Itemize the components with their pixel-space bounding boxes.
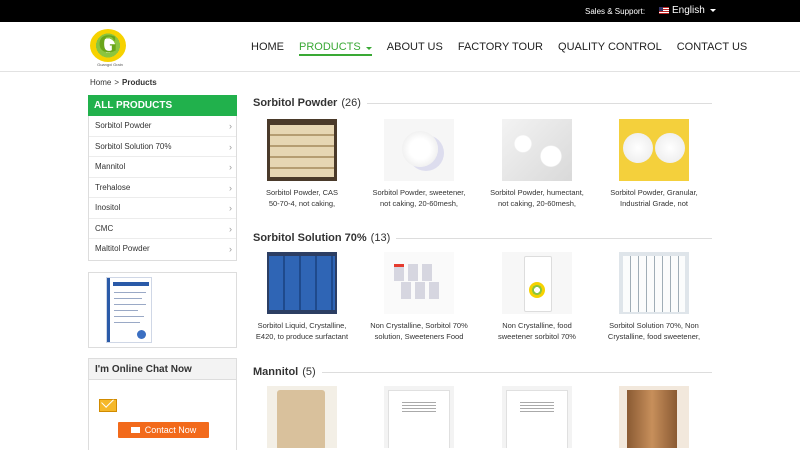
product-image[interactable] <box>267 386 337 448</box>
category-sorbitol-solution[interactable]: Sorbitol Solution 70% › <box>89 137 236 157</box>
sales-support-label: Sales & Support: <box>585 7 646 16</box>
product-image[interactable] <box>619 119 689 181</box>
product-caption[interactable]: Sorbitol Liquid, Crystalline, E420, to pr… <box>247 320 357 342</box>
product-card[interactable] <box>599 386 709 448</box>
mail-icon[interactable] <box>99 396 117 412</box>
certificate-panel <box>88 272 237 348</box>
product-card[interactable]: Sorbitol Powder, sweetener, not caking, 2… <box>364 119 474 209</box>
chevron-down-icon <box>365 47 372 50</box>
logo-tagline: Guangxi Grain <box>97 62 123 67</box>
product-caption[interactable]: Non Crystalline, food sweetener sorbitol … <box>482 320 592 342</box>
product-image[interactable] <box>502 252 572 314</box>
chevron-down-icon <box>709 9 716 12</box>
chevron-right-icon: › <box>229 141 232 152</box>
section-count: (5) <box>302 366 316 378</box>
breadcrumb: Home > Products <box>90 78 157 87</box>
breadcrumb-current: Products <box>122 78 157 87</box>
breadcrumb-home[interactable]: Home <box>90 78 111 87</box>
product-caption[interactable]: Sorbitol Powder, CAS 50-70-4, not caking, <box>247 187 357 209</box>
category-inositol[interactable]: Inositol › <box>89 198 236 219</box>
chevron-right-icon: › <box>229 223 232 234</box>
product-image[interactable] <box>502 119 572 181</box>
chevron-right-icon: › <box>229 203 232 213</box>
category-sidebar: ALL PRODUCTS Sorbitol Powder › Sorbitol S… <box>88 95 237 261</box>
seal-icon <box>137 330 146 339</box>
section-sorbitol-powder: Sorbitol Powder (26) Sorbitol Powder, CA… <box>253 97 712 229</box>
section-count: (26) <box>341 97 361 109</box>
product-card[interactable] <box>482 386 592 448</box>
product-image[interactable] <box>619 386 689 448</box>
product-caption[interactable]: Sorbitol Powder, humectant, not caking, 2… <box>482 187 592 209</box>
category-maltitol-powder[interactable]: Maltitol Powder › <box>89 239 236 260</box>
company-logo[interactable]: G Guangxi Grain <box>88 29 130 69</box>
product-card[interactable]: Sorbitol Liquid, Crystalline, E420, to pr… <box>247 252 357 342</box>
chevron-right-icon: > <box>114 78 120 87</box>
online-chat-panel: I'm Online Chat Now Contact Now <box>88 358 237 450</box>
chevron-right-icon: › <box>229 162 232 172</box>
category-sorbitol-powder[interactable]: Sorbitol Powder › <box>89 116 236 137</box>
nav-home[interactable]: HOME <box>251 41 284 56</box>
nav-about-us[interactable]: ABOUT US <box>387 41 443 56</box>
product-card[interactable] <box>247 386 357 448</box>
product-caption[interactable]: Sorbitol Powder, Granular, Industrial Gra… <box>599 187 709 209</box>
top-bar: Sales & Support: English <box>0 0 800 22</box>
chevron-right-icon: › <box>229 121 232 131</box>
product-image[interactable] <box>502 386 572 448</box>
section-title[interactable]: Sorbitol Solution 70% <box>253 232 367 244</box>
product-card[interactable]: Sorbitol Powder, CAS 50-70-4, not caking, <box>247 119 357 209</box>
nav-products[interactable]: PRODUCTS <box>299 41 372 56</box>
product-image[interactable] <box>267 119 337 181</box>
divider <box>396 237 712 239</box>
chevron-right-icon: › <box>229 244 232 254</box>
category-mannitol[interactable]: Mannitol › <box>89 157 236 178</box>
product-image[interactable] <box>384 252 454 314</box>
product-image[interactable] <box>384 386 454 448</box>
nav-factory-tour[interactable]: FACTORY TOUR <box>458 41 543 56</box>
language-label: English <box>672 5 705 16</box>
certificate-image[interactable] <box>106 277 152 343</box>
divider <box>321 371 712 373</box>
site-header: G Guangxi Grain HOME PRODUCTS ABOUT US F… <box>0 22 800 72</box>
envelope-icon <box>130 427 140 433</box>
section-title[interactable]: Mannitol <box>253 366 298 378</box>
product-image[interactable] <box>384 119 454 181</box>
category-cmc[interactable]: CMC › <box>89 219 236 239</box>
product-caption[interactable]: Non Crystalline, Sorbitol 70% solution, S… <box>364 320 474 342</box>
section-count: (13) <box>370 232 391 244</box>
language-selector[interactable]: English <box>659 5 716 16</box>
chat-heading: I'm Online Chat Now <box>89 359 236 380</box>
product-card[interactable]: Sorbitol Powder, Granular, Industrial Gra… <box>599 119 709 209</box>
section-title[interactable]: Sorbitol Powder <box>253 97 337 109</box>
product-card[interactable]: Non Crystalline, food sweetener sorbitol … <box>482 252 592 342</box>
category-list: Sorbitol Powder › Sorbitol Solution 70% › … <box>88 116 237 261</box>
product-image[interactable] <box>619 252 689 314</box>
product-card[interactable]: Sorbitol Solution 70%, Non Crystalline, f… <box>599 252 709 342</box>
chevron-right-icon: › <box>229 182 232 193</box>
all-products-heading: ALL PRODUCTS <box>88 95 237 116</box>
product-caption[interactable]: Sorbitol Solution 70%, Non Crystalline, f… <box>599 320 709 342</box>
nav-quality-control[interactable]: QUALITY CONTROL <box>558 41 662 56</box>
product-card[interactable]: Non Crystalline, Sorbitol 70% solution, S… <box>364 252 474 342</box>
category-trehalose[interactable]: Trehalose › <box>89 178 236 198</box>
product-card[interactable] <box>364 386 474 448</box>
main-nav: HOME PRODUCTS ABOUT US FACTORY TOUR QUAL… <box>251 41 762 56</box>
divider <box>366 102 712 104</box>
section-mannitol: Mannitol (5) <box>253 366 712 448</box>
us-flag-icon <box>659 7 669 14</box>
product-image[interactable] <box>267 252 337 314</box>
section-sorbitol-solution: Sorbitol Solution 70% (13) Sorbitol Liqu… <box>253 232 712 364</box>
contact-now-button[interactable]: Contact Now <box>118 422 209 438</box>
nav-contact-us[interactable]: CONTACT US <box>677 41 748 56</box>
product-card[interactable]: Sorbitol Powder, humectant, not caking, 2… <box>482 119 592 209</box>
product-caption[interactable]: Sorbitol Powder, sweetener, not caking, 2… <box>364 187 474 209</box>
